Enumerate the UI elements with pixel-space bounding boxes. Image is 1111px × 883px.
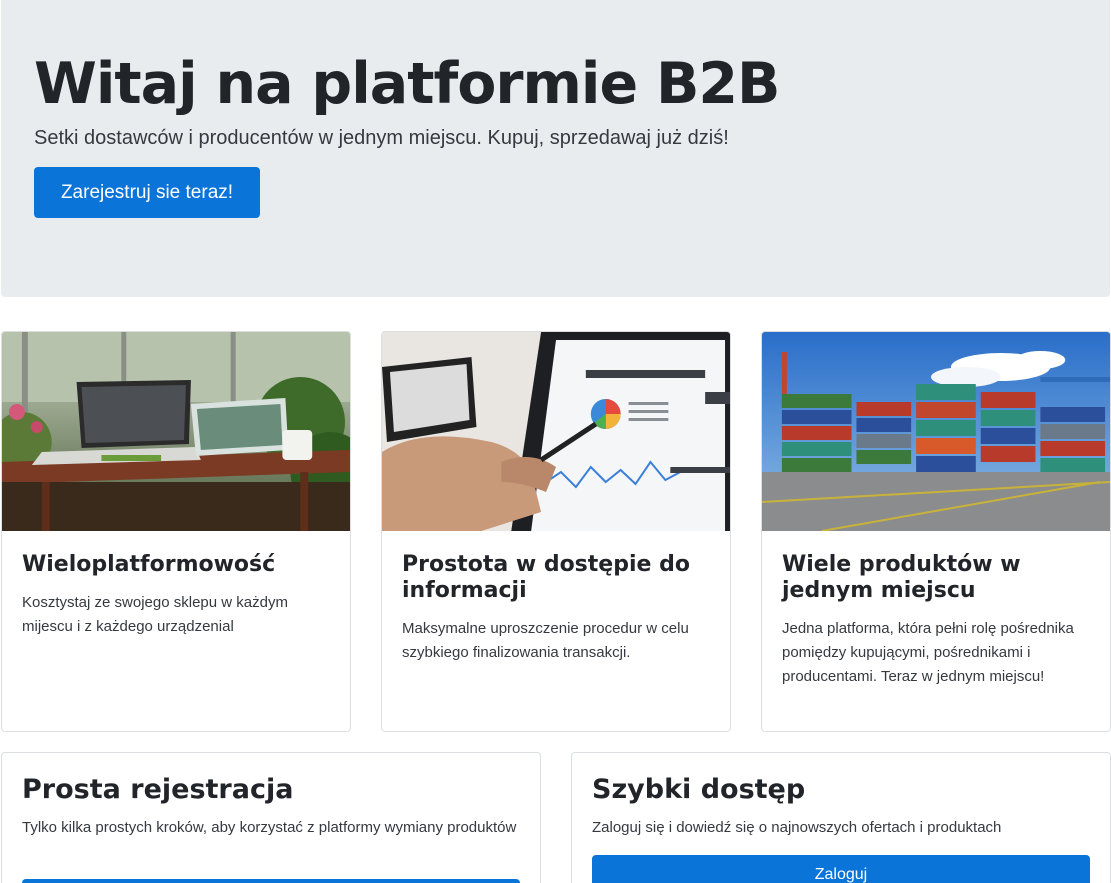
tablet-analytics-photo bbox=[382, 332, 730, 531]
registration-card: Prosta rejestracja Tylko kilka prostych … bbox=[1, 752, 541, 883]
feature-text: Jedna platforma, która pełni rolę pośred… bbox=[782, 620, 1074, 685]
login-button[interactable]: Zaloguj bbox=[592, 855, 1090, 883]
quick-access-text: Zaloguj się i dowiedź się o najnowszych … bbox=[592, 819, 1002, 836]
feature-title: Wieloplatformowość bbox=[22, 552, 276, 577]
hero-lead: Setki dostawców i producentów w jednym m… bbox=[34, 127, 729, 149]
registration-title: Prosta rejestracja bbox=[22, 774, 294, 805]
quick-access-card: Szybki dostęp Zaloguj się i dowiedź się … bbox=[571, 752, 1111, 883]
registration-text: Tylko kilka prostych kroków, aby korzyst… bbox=[22, 819, 517, 836]
feature-card-products: Wiele produktów w jednym miejscu Jedna p… bbox=[761, 331, 1111, 732]
feature-title: Prostota w dostępie do informacji bbox=[402, 552, 690, 603]
feature-text: Maksymalne uproszczenie procedur w celu … bbox=[402, 620, 689, 661]
shipping-containers-photo bbox=[762, 332, 1110, 531]
hero-title: Witaj na platformie B2B bbox=[34, 51, 780, 117]
feature-card-multiplatform: Wieloplatformowość Kosztystaj ze swojego… bbox=[1, 331, 351, 732]
feature-title: Wiele produktów w jednym miejscu bbox=[782, 552, 1021, 603]
laptop-table-photo bbox=[2, 332, 350, 531]
register-now-button[interactable]: Zarejestruj sie teraz! bbox=[34, 167, 260, 218]
registration-button[interactable] bbox=[22, 879, 520, 883]
quick-access-title: Szybki dostęp bbox=[592, 774, 806, 805]
feature-text: Kosztystaj ze swojego sklepu w każdym mi… bbox=[22, 594, 288, 635]
feature-card-simplicity: Prostota w dostępie do informacji Maksym… bbox=[381, 331, 731, 732]
hero-jumbotron: Witaj na platformie B2B Setki dostawców … bbox=[1, 0, 1110, 297]
